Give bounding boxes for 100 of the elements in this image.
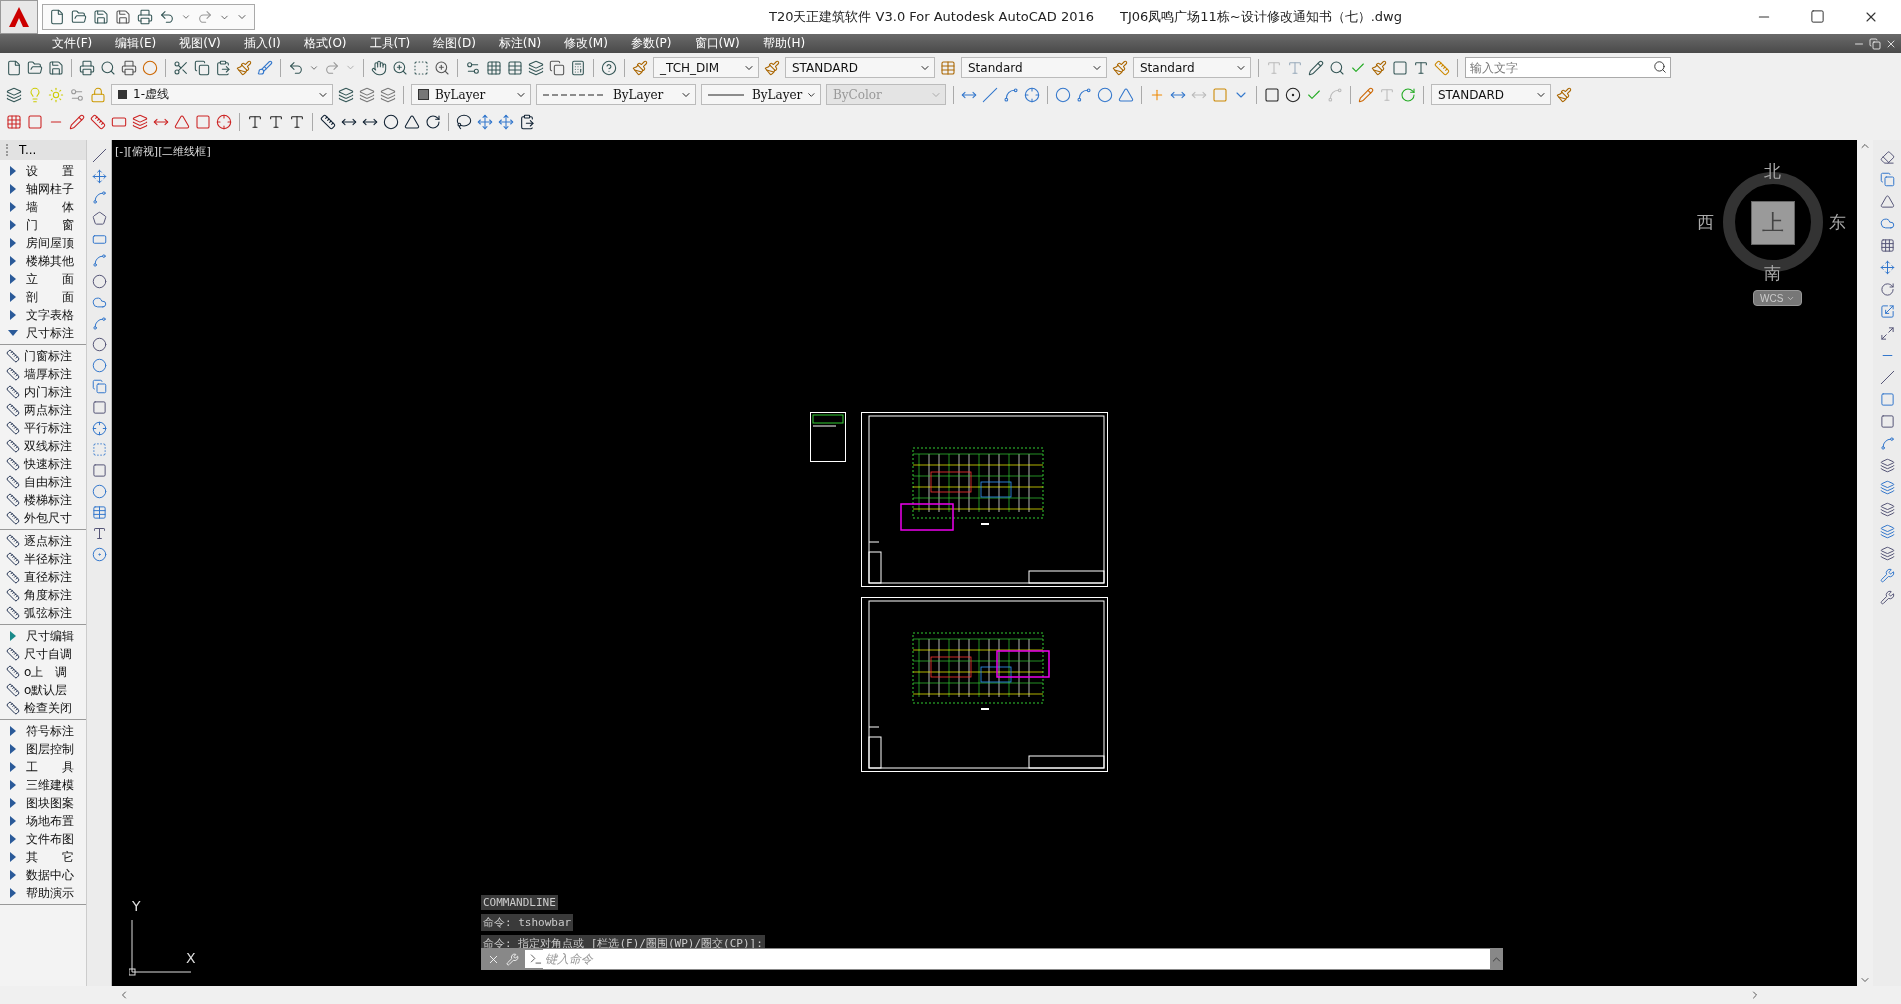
revision-cloud-icon[interactable] xyxy=(91,295,107,310)
stretch-icon[interactable] xyxy=(1879,326,1895,341)
sidebar-item[interactable]: 内门标注 xyxy=(0,383,86,401)
save-icon[interactable] xyxy=(48,59,64,76)
menu-item[interactable]: 窗口(W) xyxy=(694,35,740,52)
menu-item[interactable]: 工具(T) xyxy=(369,35,411,52)
plot-preview-icon[interactable] xyxy=(100,59,116,76)
dimension-style-dropdown[interactable]: _TCH_DIM xyxy=(653,57,759,78)
sidebar-item[interactable]: 图层控制 xyxy=(0,740,86,758)
view-cube[interactable]: 北 西 上 东 南 xyxy=(1697,160,1849,286)
ellipse-icon[interactable] xyxy=(91,337,107,352)
menu-item[interactable]: 文件(F) xyxy=(52,35,93,52)
sidebar-item[interactable]: 半径标注 xyxy=(0,550,86,568)
layer-states-icon[interactable] xyxy=(380,86,396,103)
rectangle-icon[interactable] xyxy=(91,232,107,247)
angular-icon[interactable] xyxy=(1118,86,1134,103)
table-icon[interactable] xyxy=(91,505,107,520)
scale-icon[interactable] xyxy=(1879,304,1895,319)
move-icon[interactable] xyxy=(1879,260,1895,275)
text-style-icon[interactable] xyxy=(764,59,780,76)
sidebar-item[interactable]: 尺寸标注 xyxy=(0,324,86,342)
sidebar-item[interactable]: 文件布图 xyxy=(0,830,86,848)
edit-icon[interactable] xyxy=(1879,568,1895,583)
point-icon[interactable] xyxy=(91,421,107,436)
save-icon[interactable] xyxy=(93,9,109,25)
sidebar-item[interactable]: 立 面 xyxy=(0,270,86,288)
sidebar-item[interactable]: 双线标注 xyxy=(0,437,86,455)
dimension-icon[interactable] xyxy=(320,113,336,130)
node-icon[interactable] xyxy=(91,547,107,562)
region-icon[interactable] xyxy=(91,484,107,499)
text-scale-icon[interactable] xyxy=(1413,59,1429,76)
menu-item[interactable]: 绘图(D) xyxy=(433,35,476,52)
pan-icon[interactable] xyxy=(371,59,387,76)
paste-icon[interactable] xyxy=(215,59,231,76)
tool-icon[interactable] xyxy=(1879,590,1895,605)
caret-icon[interactable] xyxy=(181,12,191,22)
sidebar-item[interactable]: 自由标注 xyxy=(0,473,86,491)
sidebar-item[interactable]: 轴网柱子 xyxy=(0,180,86,198)
make-current-icon[interactable] xyxy=(338,86,354,103)
linetype-dropdown[interactable]: ByLayer xyxy=(536,84,696,105)
sidebar-item[interactable]: 角度标注 xyxy=(0,586,86,604)
fillet-icon[interactable] xyxy=(1879,436,1895,451)
center-icon[interactable] xyxy=(1285,86,1301,103)
pan-icon[interactable] xyxy=(498,113,514,130)
sidebar-item[interactable]: 墙 体 xyxy=(0,198,86,216)
frame-icon[interactable] xyxy=(195,113,211,130)
search-field[interactable]: 输入文字 xyxy=(1465,57,1671,78)
menu-item[interactable]: 帮助(H) xyxy=(762,35,806,52)
multileader-style-dropdown[interactable]: Standard xyxy=(1133,57,1251,78)
layer-previous-icon[interactable] xyxy=(359,86,375,103)
save-as-icon[interactable] xyxy=(115,9,131,25)
multi-text-icon[interactable] xyxy=(289,113,305,130)
menu-item[interactable]: 插入(I) xyxy=(243,35,281,52)
rotate-icon[interactable] xyxy=(1879,282,1895,297)
wrench-icon[interactable] xyxy=(506,952,519,966)
text-brush-icon[interactable] xyxy=(1371,59,1387,76)
diameter-icon[interactable] xyxy=(1097,86,1113,103)
print-icon[interactable] xyxy=(137,9,153,25)
menu-item[interactable]: 修改(M) xyxy=(564,35,608,52)
sidebar-item[interactable]: 图块图案 xyxy=(0,794,86,812)
redo-icon[interactable] xyxy=(197,9,213,25)
brush-icon[interactable] xyxy=(257,59,273,76)
zoom-icon[interactable] xyxy=(392,59,408,76)
print-icon[interactable] xyxy=(79,59,95,76)
sidebar-item[interactable]: 尺寸编辑 xyxy=(0,627,86,645)
redo-icon[interactable] xyxy=(324,59,340,76)
sidebar-item[interactable]: 三维建模 xyxy=(0,776,86,794)
sidebar-item[interactable]: 直径标注 xyxy=(0,568,86,586)
erase-icon[interactable] xyxy=(1879,150,1895,165)
multileader-style-icon[interactable] xyxy=(1112,59,1128,76)
circle-icon[interactable] xyxy=(91,274,107,289)
grid-icon[interactable] xyxy=(6,113,22,130)
line-icon[interactable] xyxy=(91,148,107,163)
point-icon[interactable] xyxy=(216,113,232,130)
sidebar-item[interactable]: 设 置 xyxy=(0,162,86,180)
sidebar-item[interactable]: 尺寸自调 xyxy=(0,645,86,663)
sidebar-item[interactable]: o上 调 xyxy=(0,663,86,681)
find-text-icon[interactable] xyxy=(1329,59,1345,76)
sidebar-item[interactable]: 帮助演示 xyxy=(0,884,86,902)
dimension-style-icon[interactable] xyxy=(632,59,648,76)
properties-icon[interactable] xyxy=(465,59,481,76)
layer-icon[interactable] xyxy=(1879,546,1895,561)
sidebar-item[interactable]: 门 窗 xyxy=(0,216,86,234)
undo-icon[interactable] xyxy=(159,9,175,25)
sidebar-item[interactable]: 外包尺寸 xyxy=(0,509,86,527)
open-folder-icon[interactable] xyxy=(71,9,87,25)
text-icon[interactable] xyxy=(247,113,263,130)
sidebar-item[interactable]: 逐点标注 xyxy=(0,532,86,550)
radius-icon[interactable] xyxy=(383,113,399,130)
zoom-previous-icon[interactable] xyxy=(434,59,450,76)
calculator-icon[interactable] xyxy=(570,59,586,76)
sidebar-item[interactable]: 楼梯标注 xyxy=(0,491,86,509)
zoom-window-icon[interactable] xyxy=(413,59,429,76)
lineweight-dropdown[interactable]: ByLayer xyxy=(701,84,821,105)
ellipse-arc-icon[interactable] xyxy=(91,358,107,373)
layer-properties-icon[interactable] xyxy=(6,86,22,103)
polyline-icon[interactable] xyxy=(91,190,107,205)
undo-icon[interactable] xyxy=(288,59,304,76)
construction-line-icon[interactable] xyxy=(91,169,107,184)
insert-block-icon[interactable] xyxy=(91,379,107,394)
